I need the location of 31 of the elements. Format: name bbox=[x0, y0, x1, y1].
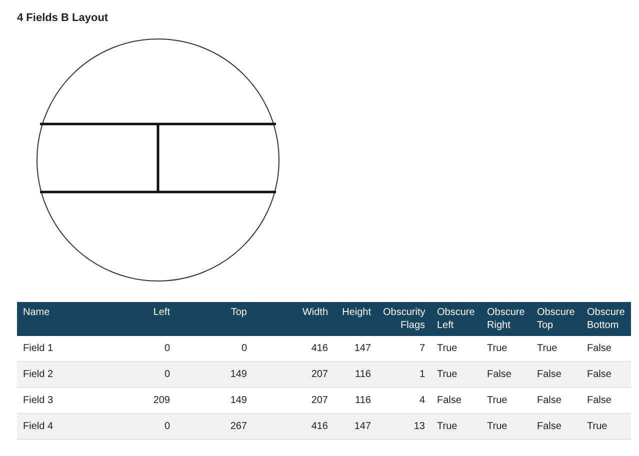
column-header: Left bbox=[120, 302, 176, 336]
table-cell: Field 2 bbox=[17, 362, 120, 388]
table-cell: 0 bbox=[120, 414, 176, 440]
table-cell: 207 bbox=[253, 362, 334, 388]
table-cell: False bbox=[481, 362, 531, 388]
table-cell: False bbox=[581, 362, 631, 388]
layout-title: 4 Fields B Layout bbox=[17, 11, 110, 25]
table-cell: True bbox=[481, 414, 531, 440]
column-header: Obscure Left bbox=[431, 302, 481, 336]
table-cell: False bbox=[531, 414, 581, 440]
column-header: Top bbox=[176, 302, 253, 336]
table-cell: True bbox=[581, 414, 631, 440]
table-cell: True bbox=[431, 414, 481, 440]
column-header: Obscurity Flags bbox=[377, 302, 431, 336]
column-header: Width bbox=[253, 302, 334, 336]
table-cell: 116 bbox=[334, 362, 377, 388]
table-cell: 13 bbox=[377, 414, 431, 440]
column-header: Obscure Bottom bbox=[581, 302, 631, 336]
column-header: Height bbox=[334, 302, 377, 336]
column-header: Obscure Right bbox=[481, 302, 531, 336]
table-cell: 1 bbox=[377, 362, 431, 388]
table-cell: 267 bbox=[176, 414, 253, 440]
table-cell: 147 bbox=[334, 414, 377, 440]
table-cell: 149 bbox=[176, 362, 253, 388]
table-cell: 416 bbox=[253, 414, 334, 440]
column-header: Obscure Top bbox=[531, 302, 581, 336]
table-cell: False bbox=[531, 362, 581, 388]
table-cell: True bbox=[431, 362, 481, 388]
table-cell: 0 bbox=[120, 362, 176, 388]
column-header: Name bbox=[17, 302, 120, 336]
table-cell: Field 4 bbox=[17, 414, 120, 440]
